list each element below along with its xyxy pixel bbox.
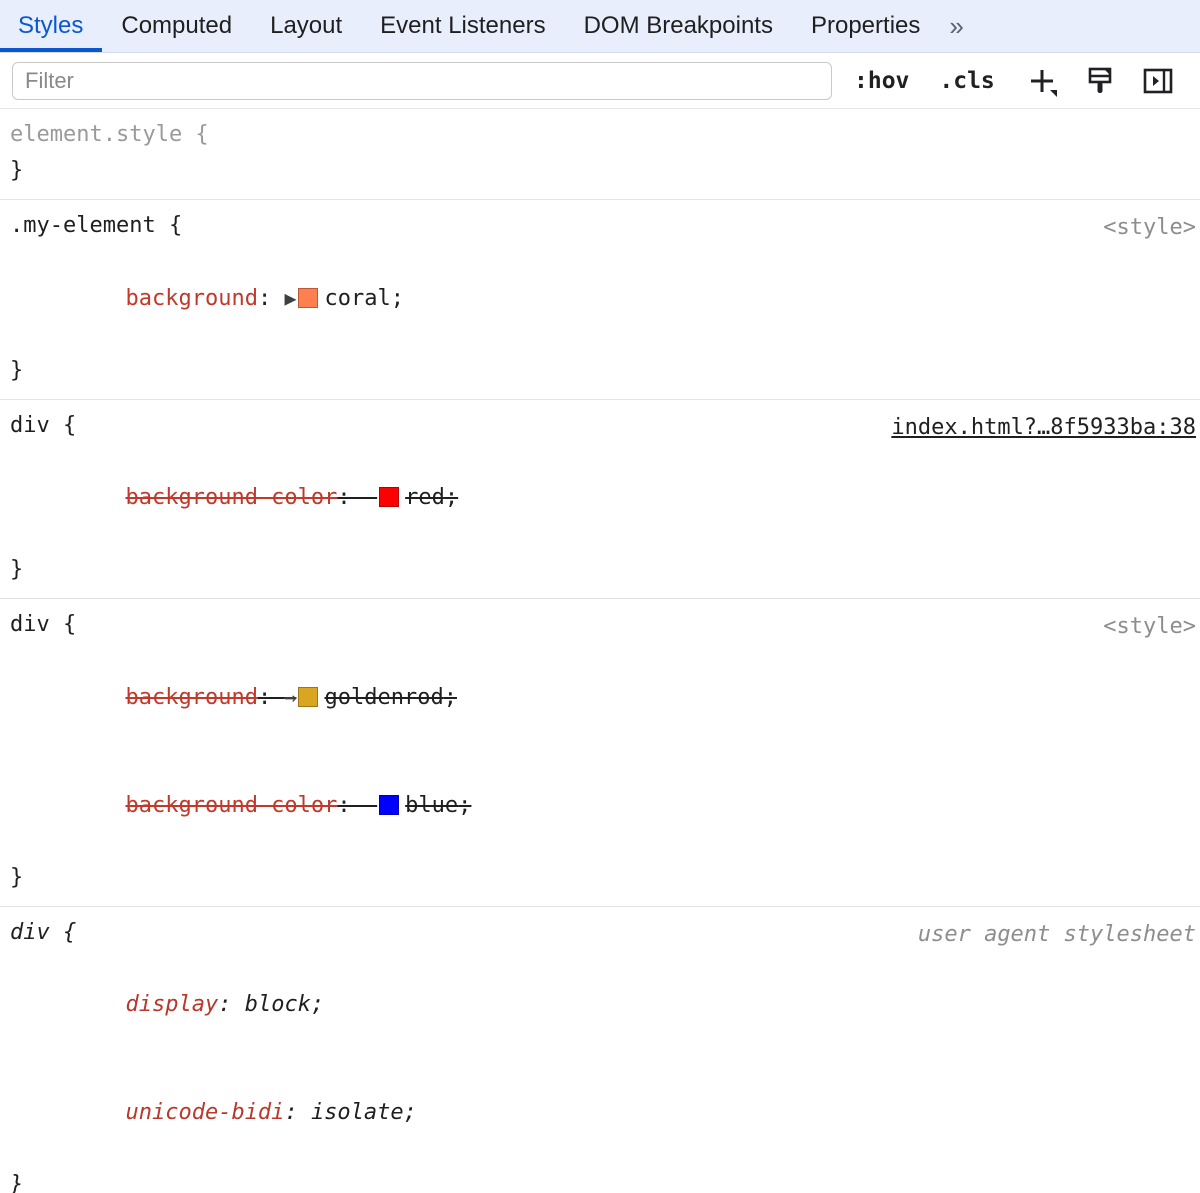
rule-origin-user-agent: user agent stylesheet [918,917,1196,953]
sidebar-toggle-icon [1141,64,1175,98]
declaration-value[interactable]: coral [324,286,390,311]
rule-close-brace: } [0,860,1200,896]
declaration-property[interactable]: background-color [125,793,337,818]
declaration-value[interactable]: red [405,485,445,510]
declaration-value[interactable]: blue [405,793,458,818]
declaration-property[interactable]: background [125,685,257,710]
tabs-overflow-icon[interactable]: » [939,0,974,52]
color-swatch-red[interactable] [379,487,399,507]
expand-shorthand-icon[interactable]: ▶ [284,286,296,310]
tab-computed[interactable]: Computed [102,0,251,52]
tab-dom-breakpoints-label: DOM Breakpoints [584,12,773,40]
tab-layout-label: Layout [270,12,342,40]
rule-selector[interactable]: .my-element { [0,208,1200,244]
computed-styles-button[interactable] [1081,62,1119,100]
declaration-value: block [245,992,311,1017]
declaration-background[interactable]: background: →goldenrod; [0,643,1200,752]
color-swatch-blue[interactable] [379,795,399,815]
styles-toolbar: :hov .cls [0,53,1200,109]
declaration-display: display: block; [0,951,1200,1059]
paintbrush-icon [1083,64,1117,98]
declaration-value[interactable]: goldenrod [324,685,443,710]
new-style-rule-button[interactable] [1023,62,1061,100]
panel-tab-bar: Styles Computed Layout Event Listeners D… [0,0,1200,53]
tab-dom-breakpoints[interactable]: DOM Breakpoints [565,0,792,52]
chevron-double-right-icon: » [949,11,960,42]
expand-shorthand-icon[interactable]: → [284,685,296,709]
tab-computed-label: Computed [121,12,232,40]
tab-event-listeners-label: Event Listeners [380,12,545,40]
rule-selector[interactable]: div { [0,607,1200,643]
declaration-background-color[interactable]: background-color: red; [0,444,1200,552]
tab-layout[interactable]: Layout [251,0,361,52]
tab-styles-label: Styles [18,12,83,40]
rule-close-brace: } [0,153,1200,189]
element-classes-button[interactable]: .cls [931,68,1002,94]
tab-styles[interactable]: Styles [0,0,102,52]
rule-origin-style-tag[interactable]: <style> [1103,609,1196,645]
rule-origin-source-link[interactable]: index.html?…8f5933ba:38 [891,410,1196,446]
css-rule-element-style[interactable]: element.style { } [0,109,1200,200]
tab-event-listeners[interactable]: Event Listeners [361,0,564,52]
declaration-property[interactable]: background-color [125,485,337,510]
color-swatch-coral[interactable] [298,288,318,308]
declaration-property[interactable]: background [125,286,257,311]
plus-icon [1025,64,1059,98]
rule-close-brace: } [0,353,1200,389]
declaration-property: display [125,992,218,1017]
rule-close-brace: } [0,1167,1200,1193]
rule-selector[interactable]: element.style { [0,117,1200,153]
css-rule-div-indexhtml[interactable]: index.html?…8f5933ba:38 div { background… [0,400,1200,599]
rule-close-brace: } [0,552,1200,588]
declaration-unicode-bidi: unicode-bidi: isolate; [0,1059,1200,1167]
rule-origin-style-tag[interactable]: <style> [1103,210,1196,246]
toggle-sidebar-button[interactable] [1139,62,1177,100]
toggle-element-state-button[interactable]: :hov [846,68,917,94]
css-rule-div-style-tag[interactable]: <style> div { background: →goldenrod; ba… [0,599,1200,907]
declaration-value: isolate [311,1100,404,1125]
declaration-background[interactable]: background: ▶coral; [0,244,1200,353]
declaration-property: unicode-bidi [125,1100,284,1125]
css-rule-div-user-agent[interactable]: user agent stylesheet div { display: blo… [0,907,1200,1193]
tab-properties-label: Properties [811,12,920,40]
css-rule-my-element[interactable]: <style> .my-element { background: ▶coral… [0,200,1200,400]
color-swatch-goldenrod[interactable] [298,687,318,707]
tab-properties[interactable]: Properties [792,0,939,52]
declaration-background-color[interactable]: background-color: blue; [0,752,1200,860]
filter-input[interactable] [12,62,832,100]
css-rules-list: element.style { } <style> .my-element { … [0,109,1200,1193]
